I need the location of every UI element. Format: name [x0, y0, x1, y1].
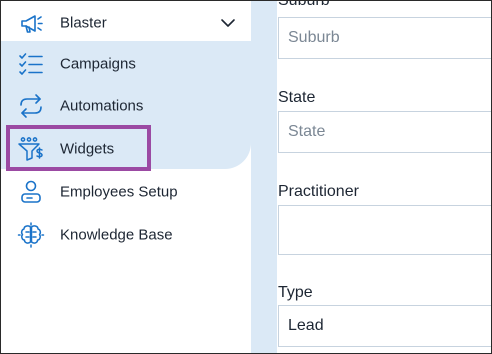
sidebar-item-label: Automations [60, 97, 144, 114]
annotation-highlight-box [6, 125, 151, 171]
app-frame: Blaster Campaigns Automations Widgets Em… [0, 0, 492, 354]
sidebar-item-label: Campaigns [60, 55, 136, 72]
type-label: Type [278, 284, 313, 301]
content-panel: Suburb State Practitioner Type Lead [251, 0, 491, 353]
user-card-icon [17, 178, 45, 206]
sidebar-item-label: Blaster [60, 14, 107, 31]
contact-form: Suburb State Practitioner Type Lead [277, 0, 491, 353]
suburb-input[interactable] [278, 17, 491, 59]
megaphone-icon [17, 9, 45, 37]
sidebar-item-automations[interactable]: Automations [1, 84, 251, 127]
sidebar: Blaster Campaigns Automations Widgets Em… [1, 1, 251, 353]
type-select[interactable]: Lead [278, 305, 491, 347]
checklist-icon [17, 50, 45, 78]
cycle-arrows-icon [17, 92, 45, 120]
sidebar-item-campaigns[interactable]: Campaigns [1, 42, 251, 85]
brain-icon [17, 221, 45, 249]
state-label: State [278, 89, 316, 106]
state-input[interactable] [278, 111, 491, 153]
suburb-label: Suburb [278, 0, 330, 9]
sidebar-item-label: Knowledge Base [60, 226, 173, 243]
sidebar-item-blaster[interactable]: Blaster [1, 1, 251, 44]
sidebar-item-knowledge-base[interactable]: Knowledge Base [1, 213, 251, 256]
practitioner-select[interactable] [278, 205, 491, 255]
sidebar-item-label: Employees Setup [60, 183, 178, 200]
practitioner-label: Practitioner [278, 183, 359, 200]
sidebar-item-employees-setup[interactable]: Employees Setup [1, 170, 251, 213]
chevron-down-icon[interactable] [219, 14, 237, 32]
